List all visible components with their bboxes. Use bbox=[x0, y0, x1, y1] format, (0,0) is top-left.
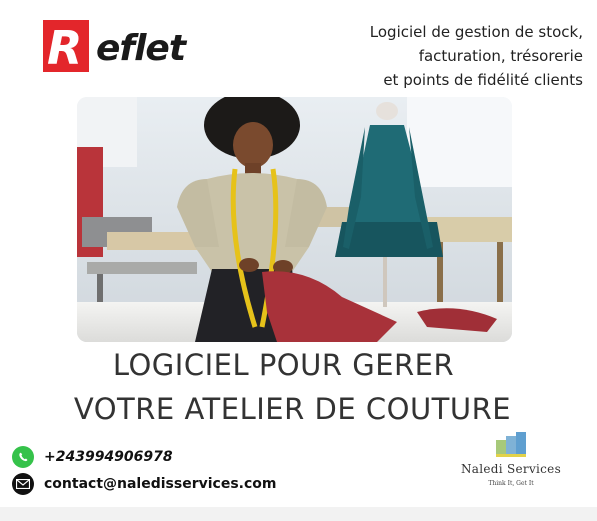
email-contact[interactable]: contact@naledisservices.com bbox=[12, 473, 276, 495]
tagline-line-2: facturation, trésorerie bbox=[418, 47, 583, 65]
naledi-services-logo: Naledi Services Think It, Get It bbox=[452, 432, 570, 492]
tagline-line-1: Logiciel de gestion de stock, bbox=[369, 23, 583, 41]
headline-line-2: VOTRE ATELIER DE COUTURE bbox=[73, 392, 512, 426]
reflet-logo-letter: R bbox=[47, 21, 82, 72]
email-address: contact@naledisservices.com bbox=[44, 476, 277, 492]
sewing-workshop-photo bbox=[77, 97, 512, 342]
naledi-logo-mark bbox=[496, 432, 526, 457]
tagline: Logiciel de gestion de stock, facturatio… bbox=[313, 20, 583, 92]
reflet-logo-mark: R bbox=[43, 20, 89, 72]
tagline-line-3: et points de fidélité clients bbox=[383, 71, 583, 89]
mail-icon bbox=[12, 473, 34, 495]
naledi-slogan: Think It, Get It bbox=[488, 480, 534, 487]
phone-number: +243994906978 bbox=[44, 449, 173, 465]
headline-line-1: LOGICIEL POUR GERER bbox=[112, 348, 455, 382]
whatsapp-icon bbox=[12, 446, 34, 468]
naledi-name: Naledi Services bbox=[460, 462, 562, 476]
reflet-logo: R eflet bbox=[43, 20, 201, 72]
bottom-strip bbox=[0, 507, 597, 521]
phone-contact[interactable]: +243994906978 bbox=[12, 446, 173, 468]
reflet-logo-word: eflet bbox=[96, 28, 186, 69]
